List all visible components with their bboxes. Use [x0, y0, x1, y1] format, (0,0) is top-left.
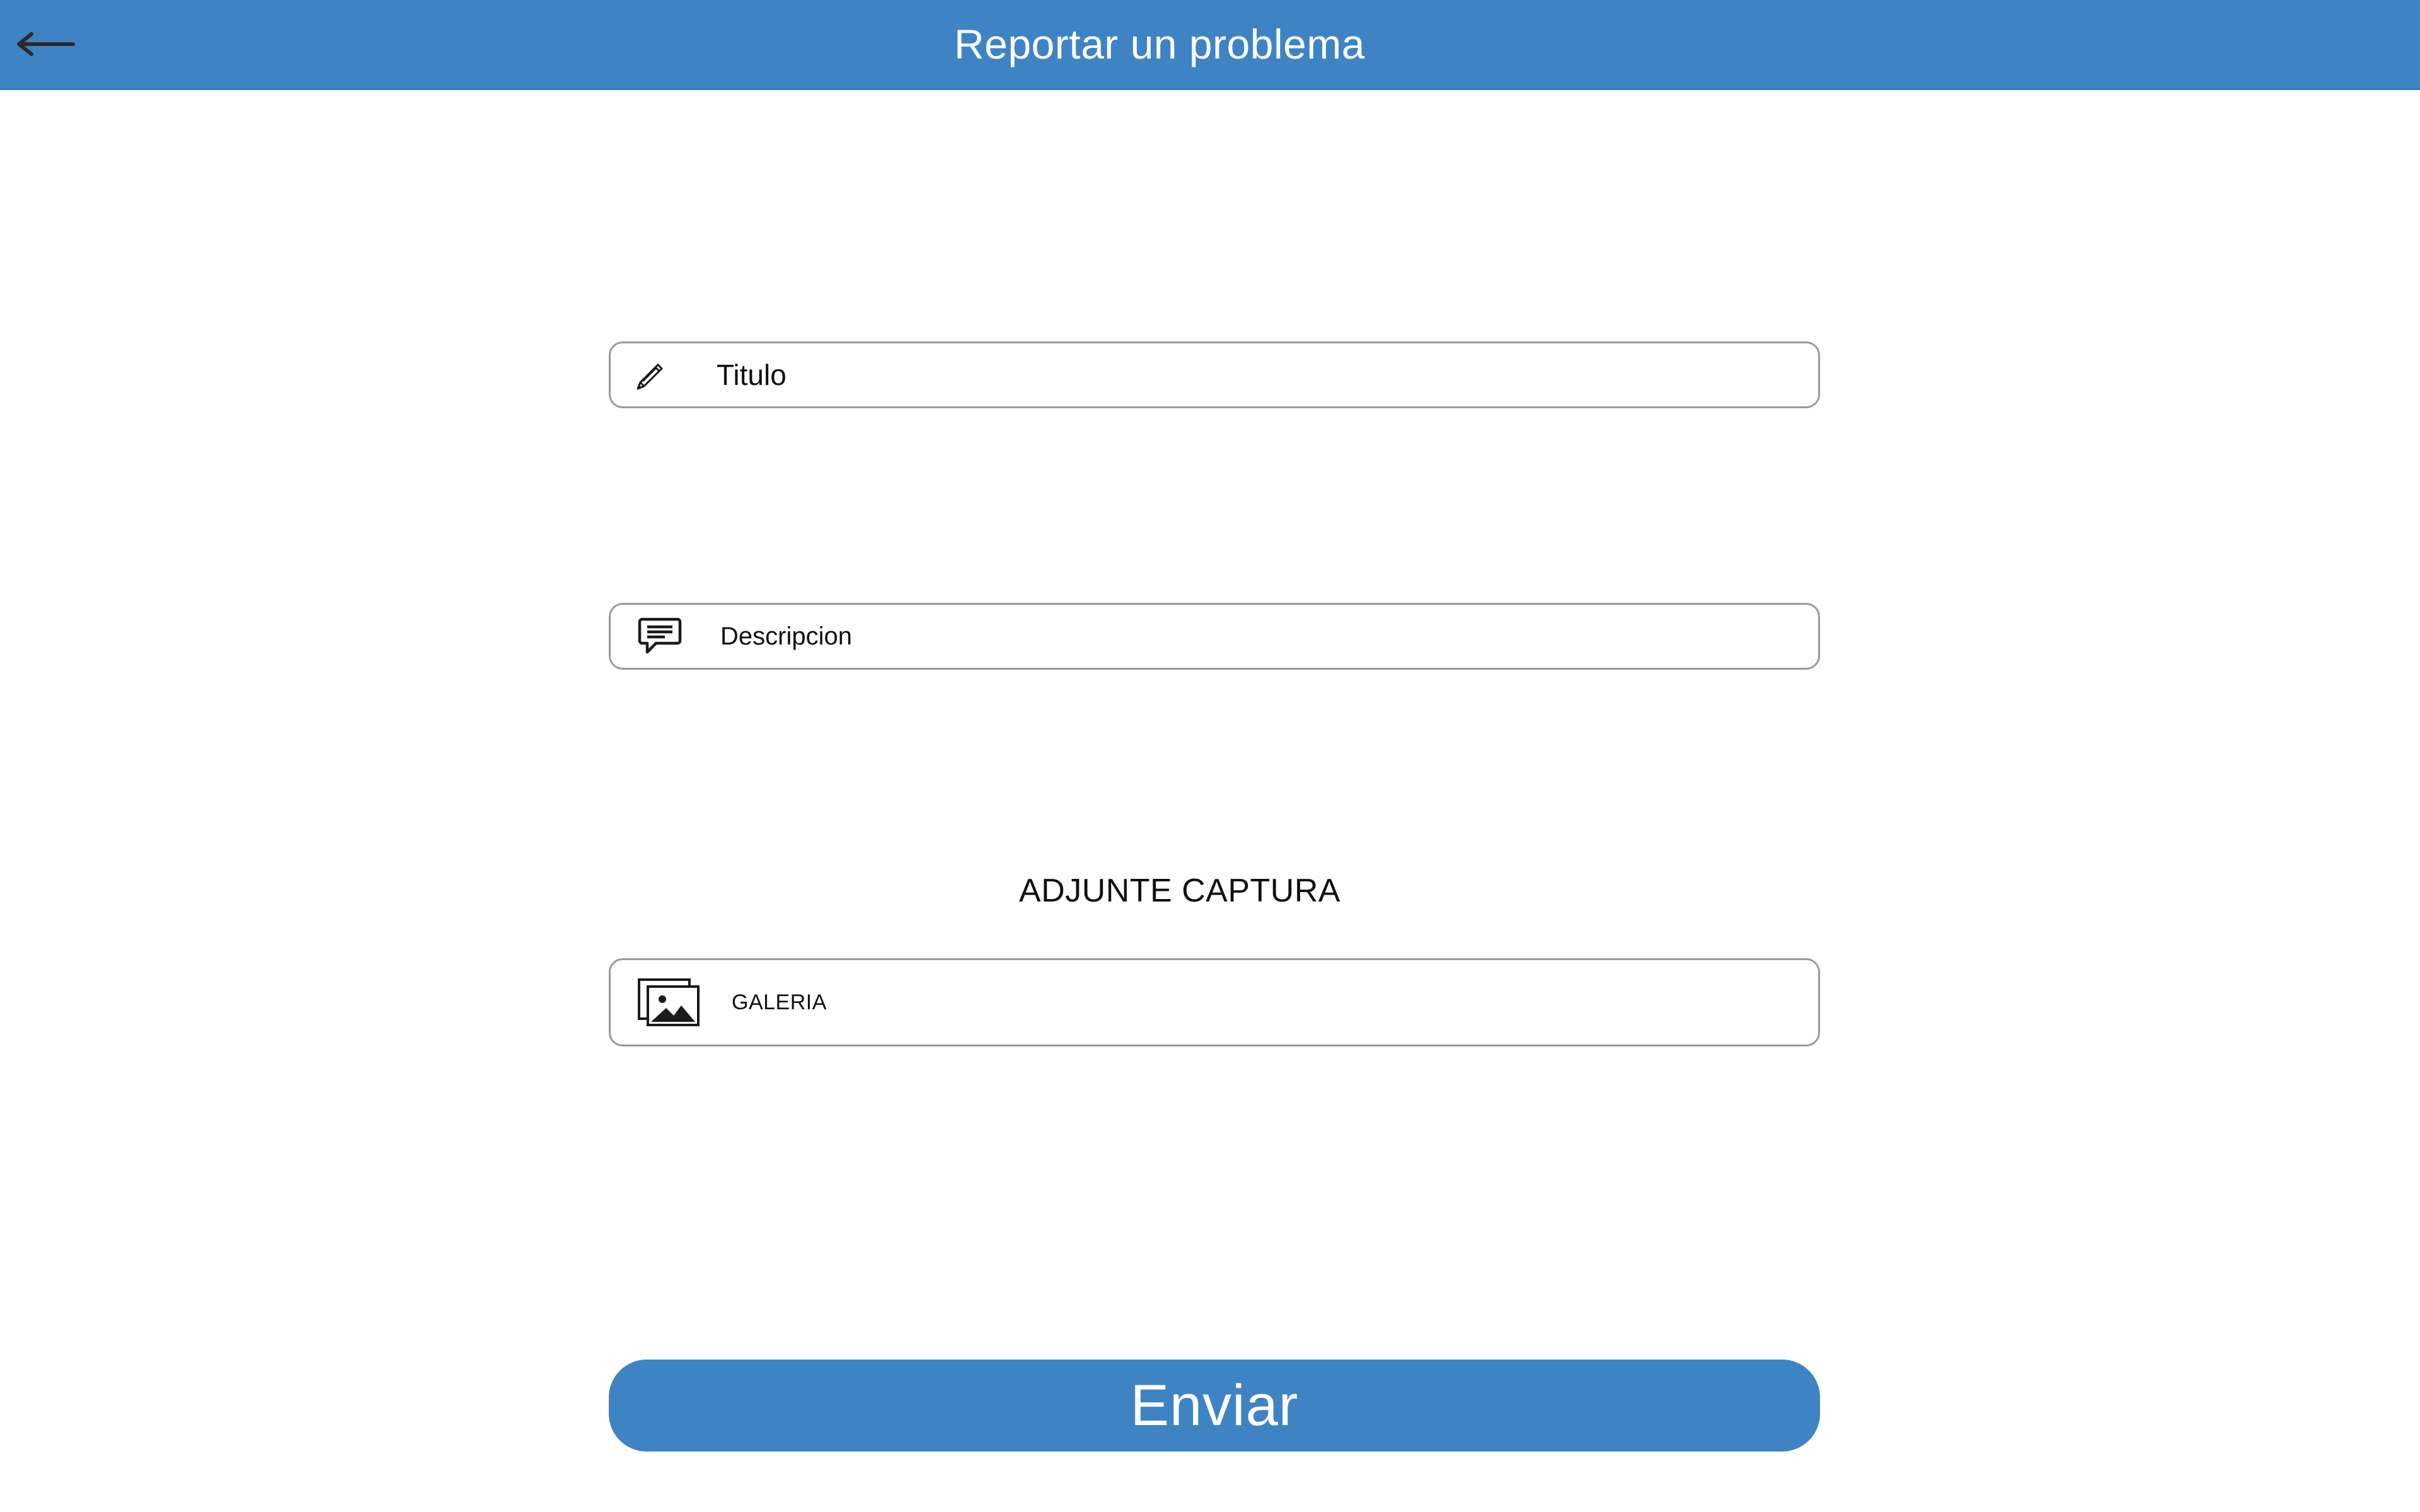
title-field[interactable] — [609, 341, 1820, 408]
pencil-icon — [631, 355, 670, 394]
image-gallery-icon — [637, 977, 700, 1028]
page-title: Reportar un problema — [954, 21, 1366, 67]
speech-bubble-icon — [636, 614, 684, 658]
description-field[interactable] — [609, 603, 1820, 670]
description-input[interactable] — [720, 605, 1818, 668]
gallery-label: GALERIA — [732, 990, 827, 1014]
submit-button[interactable]: Enviar — [609, 1360, 1820, 1452]
title-input[interactable] — [717, 343, 1818, 406]
gallery-button[interactable]: GALERIA — [609, 958, 1820, 1046]
report-problem-screen: Reportar un problema Titulo Descripcion … — [0, 0, 2420, 1512]
app-header: Reportar un problema — [0, 0, 2420, 90]
attach-screenshot-heading: ADJUNTE CAPTURA — [1018, 873, 1341, 909]
